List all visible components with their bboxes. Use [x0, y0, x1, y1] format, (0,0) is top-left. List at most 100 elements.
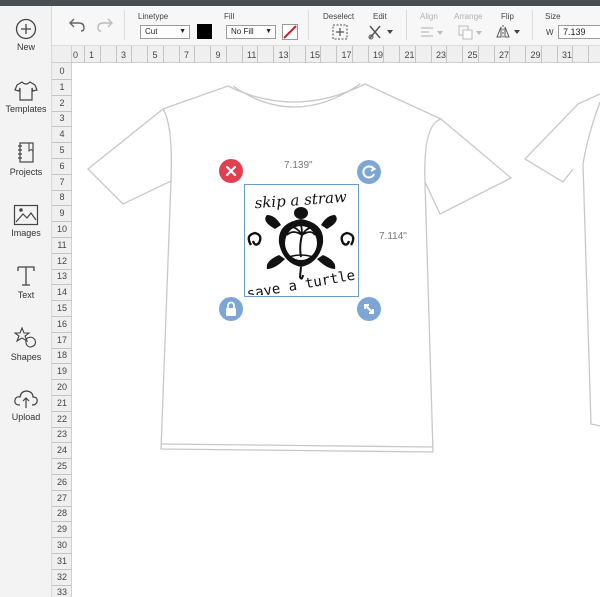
ruler-tick-label: 20: [56, 382, 67, 392]
ruler-tick: [52, 126, 72, 128]
ruler-tick-label: 3: [121, 50, 127, 60]
sidebar-item-shapes[interactable]: Shapes: [0, 326, 52, 362]
ruler-tick-label: 23: [436, 50, 447, 60]
fill-label: Fill: [224, 12, 235, 21]
ruler-tick-label: 32: [56, 571, 67, 582]
arrange-icon: [458, 25, 482, 40]
sidebar-item-label: Shapes: [10, 352, 42, 362]
ruler-tick: [52, 237, 72, 238]
ruler-tick-label: 11: [247, 50, 257, 60]
ruler-tick: [225, 46, 227, 63]
ruler-tick-label: 0: [59, 66, 65, 76]
ruler-tick-label: 24: [56, 445, 67, 456]
flip-icon[interactable]: [496, 24, 522, 40]
ruler-tick-label: 28: [56, 508, 67, 519]
ruler-tick: [84, 46, 85, 63]
ruler-tick-label: 15: [56, 303, 67, 313]
ruler-tick-label: 21: [56, 397, 67, 408]
ruler-tick: [52, 537, 72, 539]
ruler-tick: [131, 46, 133, 63]
fill-select[interactable]: No Fill ▼: [226, 25, 276, 39]
toolbar-divider: [532, 10, 533, 40]
ruler-tick: [52, 474, 72, 475]
ruler-tick: [52, 94, 72, 96]
width-dimension-label: 7.139": [284, 160, 313, 171]
ruler-tick: [52, 268, 72, 270]
redo-icon[interactable]: [96, 17, 114, 33]
align-icon: [421, 27, 443, 37]
ruler-tick: [304, 46, 306, 63]
ruler-tick: [52, 173, 72, 175]
linetype-select[interactable]: Cut ▼: [140, 25, 190, 39]
sidebar-item-new[interactable]: New: [0, 18, 52, 52]
ruler-tick-label: 29: [530, 50, 541, 60]
rotate-handle[interactable]: [357, 160, 381, 184]
tshirt-icon: [14, 81, 38, 101]
ruler-tick-label: 13: [56, 271, 67, 282]
deselect-icon[interactable]: [332, 24, 348, 40]
selection-bounding-box[interactable]: skip a straw save a turtle: [244, 184, 359, 303]
ruler-tick-label: 30: [56, 540, 67, 550]
sidebar-item-images[interactable]: Images: [0, 204, 52, 238]
ruler-tick-label: 13: [278, 50, 289, 60]
sidebar-item-label: Text: [17, 290, 35, 300]
arrange-label: Arrange: [454, 12, 483, 21]
ruler-tick-label: 22: [56, 413, 67, 424]
ruler-tick: [446, 46, 448, 63]
ruler-tick: [52, 410, 72, 412]
ruler-tick: [178, 46, 180, 63]
ruler-tick-label: 33: [56, 587, 67, 597]
ruler-tick-label: 2: [59, 97, 65, 108]
ruler-tick: [52, 284, 72, 286]
ruler-tick: [52, 142, 72, 144]
ruler-tick: [147, 46, 148, 63]
edit-label: Edit: [373, 12, 387, 21]
lock-handle[interactable]: [219, 297, 243, 321]
ruler-tick: [288, 46, 290, 63]
ruler-tick: [52, 521, 72, 523]
horizontal-ruler: 0 1 3 5 7 9 11 13 15 17 19 21 23 25 27 29 31: [52, 46, 600, 63]
ruler-tick-label: 8: [59, 192, 65, 203]
sidebar-item-label: Upload: [11, 412, 41, 422]
ruler-tick-label: 1: [89, 50, 95, 60]
ruler-tick-label: 17: [341, 50, 352, 60]
sidebar-item-templates[interactable]: Templates: [0, 80, 52, 114]
vertical-ruler: 0 1 2 3 4 5 6 7 8 9 10 11 12 13 14 15 16 17 18 19 20 21 22 23 24…: [52, 63, 72, 597]
ruler-tick: [257, 46, 259, 63]
ruler-tick-label: 23: [56, 429, 67, 440]
size-label: Size: [545, 12, 561, 21]
delete-handle[interactable]: [219, 159, 243, 183]
sidebar-item-upload[interactable]: Upload: [0, 388, 52, 422]
ruler-tick: [52, 505, 72, 507]
ruler-tick: [336, 46, 337, 63]
sidebar-item-text[interactable]: Text: [0, 264, 52, 300]
ruler-tick-label: 19: [373, 50, 384, 60]
height-dimension-label: 7.114": [379, 231, 407, 242]
ruler-tick-label: 3: [59, 113, 65, 124]
ruler-tick: [194, 46, 196, 63]
ruler-tick: [430, 46, 432, 63]
linetype-color-swatch[interactable]: [197, 24, 212, 39]
top-toolbar: Linetype Cut ▼ Fill No Fill ▼ Deselect E…: [52, 6, 600, 46]
ruler-tick: [52, 300, 72, 302]
ruler-tick-label: 11: [57, 239, 67, 250]
ruler-tick-label: 26: [56, 476, 67, 487]
toolbar-divider: [308, 10, 309, 40]
undo-icon[interactable]: [68, 17, 86, 33]
ruler-tick: [52, 331, 72, 333]
design-canvas[interactable]: 7.139" 7.114" skip a straw save a turtle: [73, 64, 600, 597]
ruler-tick: [52, 379, 72, 381]
ruler-tick-label: 4: [59, 129, 65, 140]
sidebar-item-projects[interactable]: Projects: [0, 141, 52, 177]
no-fill-swatch-icon[interactable]: [282, 24, 298, 40]
scale-handle[interactable]: [357, 297, 381, 321]
width-input[interactable]: 7.139: [558, 25, 600, 39]
ruler-tick: [241, 46, 243, 63]
edit-tools-icon[interactable]: [368, 24, 394, 40]
ruler-tick: [462, 46, 463, 63]
ruler-tick-label: 31: [562, 50, 573, 60]
shapes-icon: [14, 326, 36, 348]
close-icon: [225, 165, 237, 177]
rotate-icon: [362, 165, 377, 179]
turtle-design: skip a straw save a turtle: [246, 188, 357, 303]
